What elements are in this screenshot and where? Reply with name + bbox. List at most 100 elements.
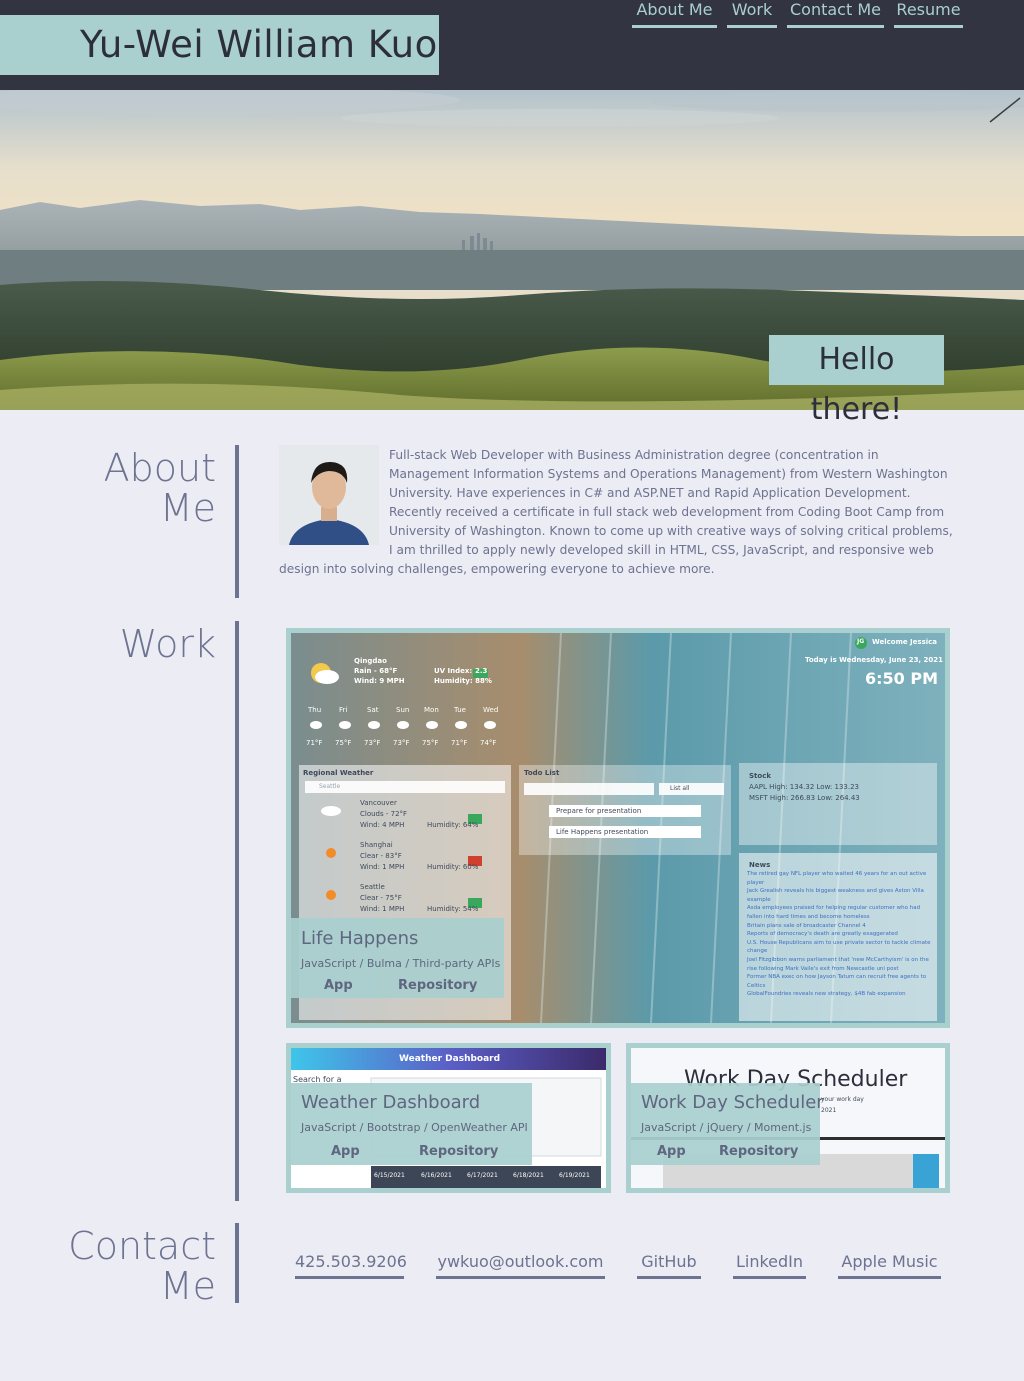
lh-news-item[interactable]: Jack Grealish reveals his biggest weakne… [747,887,931,904]
work-day-scheduler-label: Work Day Scheduler JavaScript / jQuery /… [626,1083,824,1165]
lh-rain: Rain - 68°F [354,667,398,675]
lh-temp: 75°F [422,739,439,747]
work-divider [235,621,239,1201]
lh-reg-wind: Wind: 4 MPH [360,821,405,829]
contact-divider [235,1223,239,1303]
contact-email-link[interactable]: ywkuo@outlook.com [436,1252,605,1279]
life-happens-app-link[interactable]: App [324,978,353,993]
work-title: Work [119,622,216,666]
lh-reg-wind: Wind: 1 MPH [360,905,405,913]
nav-about-me[interactable]: About Me [632,0,717,28]
project-stack: JavaScript / Bulma / Third-party APIs [301,957,501,970]
lh-reg-humidity: Humidity: 60% [427,863,479,871]
lh-day: Sun [396,706,410,714]
project-stack: JavaScript / Bootstrap / OpenWeather API [301,1121,528,1134]
lh-temp: 73°F [393,739,410,747]
work-day-scheduler-app-link[interactable]: App [657,1144,686,1159]
work-day-scheduler-repo-link[interactable]: Repository [719,1144,798,1159]
hello-banner: Hello there! [769,335,944,427]
project-card-weather-dashboard[interactable]: Weather Dashboard Search for a 6/15/2021… [286,1043,611,1193]
lh-reg-city: Vancouver [360,799,397,807]
lh-stock: AAPL High: 134.32 Low: 133.23 [749,783,859,791]
project-stack: JavaScript / jQuery / Moment.js [641,1121,812,1134]
about-title-line1: About [103,446,216,490]
lh-todo-item: Prepare for presentation [556,807,642,815]
wd-date: 6/16/2021 [421,1172,452,1179]
lh-todo-title: Todo List [524,769,560,777]
lh-temp: 71°F [451,739,468,747]
wd-date: 6/18/2021 [513,1172,544,1179]
lh-news-item[interactable]: Former NBA exec on how Jayson Tatum can … [747,973,931,990]
lh-todo-item: Life Happens presentation [556,828,649,836]
lh-reg-cond: Clear - 83°F [360,852,402,860]
contact-github-link[interactable]: GitHub [637,1252,701,1279]
about-title-line2: Me [159,486,216,530]
lh-day: Sat [367,706,379,714]
lh-date: Today is Wednesday, June 23, 2021 [805,656,944,664]
lh-news-item[interactable]: The retired gay NFL player who waited 46… [747,870,931,887]
lh-reg-city: Shanghai [360,841,393,849]
contact-title: Contact Me [68,1226,216,1306]
contact-apple-music-link[interactable]: Apple Music [838,1252,941,1279]
life-happens-repo-link[interactable]: Repository [398,978,477,993]
wd-date: 6/17/2021 [467,1172,498,1179]
lh-reg-humidity: Humidity: 64% [427,821,479,829]
lh-uv-value: 2.3 [475,667,488,675]
lh-reg-humidity: Humidity: 54% [427,905,479,913]
lh-temp: 73°F [364,739,381,747]
about-bio: Full-stack Web Developer with Business A… [279,446,959,579]
lh-humidity: Humidity: 88% [434,677,492,685]
lh-welcome: Welcome Jessica [872,638,938,646]
lh-reg-cond: Clear - 75°F [360,894,402,902]
weather-dashboard-app-link[interactable]: App [331,1144,360,1159]
project-title: Weather Dashboard [301,1092,481,1113]
lh-city: Qingdao [354,657,387,665]
lh-day: Fri [339,706,348,714]
site-header: Yu-Wei William Kuo About Me Work Contact… [0,0,1024,90]
lh-reg-wind: Wind: 1 MPH [360,863,405,871]
site-name-box: Yu-Wei William Kuo [0,15,439,75]
wd-date: 6/19/2021 [559,1172,590,1179]
about-divider [235,445,239,598]
lh-news-item[interactable]: Reports of democracy's death are greatly… [747,930,931,939]
lh-todo-filter: List all [670,785,690,792]
lh-temp: 75°F [335,739,352,747]
lh-news-item[interactable]: GlobalFoundries reveals new strategy, $4… [747,990,931,999]
lh-news-item[interactable]: Britain plans sale of broadcaster Channe… [747,922,931,931]
lh-temp: 74°F [480,739,497,747]
lh-reg-cond: Clouds - 72°F [360,810,408,818]
lh-temp: 71°F [306,739,323,747]
lh-day: Tue [454,706,466,714]
lh-news-item[interactable]: Joel Fitzgibbon warns parliament that 'n… [747,956,931,973]
lh-stock: MSFT High: 266.83 Low: 264.43 [749,794,860,802]
life-happens-label: Life Happens JavaScript / Bulma / Third-… [286,918,504,998]
about-title: About Me [104,448,216,528]
lh-news-list: The retired gay NFL player who waited 46… [747,870,931,999]
lh-day: Thu [308,706,322,714]
lh-news-item[interactable]: Asda employees praised for helping regul… [747,904,931,921]
weather-dashboard-label: Weather Dashboard JavaScript / Bootstrap… [286,1083,532,1165]
project-title: Life Happens [301,928,419,949]
project-card-life-happens[interactable]: Qingdao Rain - 68°F Wind: 9 MPH UV Index… [286,628,950,1028]
lh-search-input: Seattle [319,783,341,790]
nav-work[interactable]: Work [727,0,777,28]
site-name: Yu-Wei William Kuo [80,23,438,66]
contact-phone-link[interactable]: 425.503.9206 [295,1252,407,1279]
project-card-work-day-scheduler[interactable]: Work Day Scheduler your work day 2021 Wo… [626,1043,950,1193]
nav-contact-me[interactable]: Contact Me [787,0,884,28]
lh-reg-city: Seattle [360,883,385,891]
lh-uv: UV Index: [434,667,473,675]
project-title: Work Day Scheduler [641,1092,824,1113]
wd-banner: Weather Dashboard [399,1054,501,1064]
lh-avatar-initials: JG [857,638,865,645]
nav-resume[interactable]: Resume [894,0,963,28]
wds-sub: your work day [821,1096,864,1103]
lh-day: Mon [424,706,439,714]
lh-news-item[interactable]: U.S. House Republicans aim to use privat… [747,939,931,956]
weather-dashboard-repo-link[interactable]: Repository [419,1144,498,1159]
lh-wind: Wind: 9 MPH [354,677,405,685]
contact-title-line1: Contact [68,1224,216,1268]
lh-time: 6:50 PM [865,669,939,688]
contact-linkedin-link[interactable]: LinkedIn [733,1252,806,1279]
contact-title-line2: Me [159,1264,216,1308]
